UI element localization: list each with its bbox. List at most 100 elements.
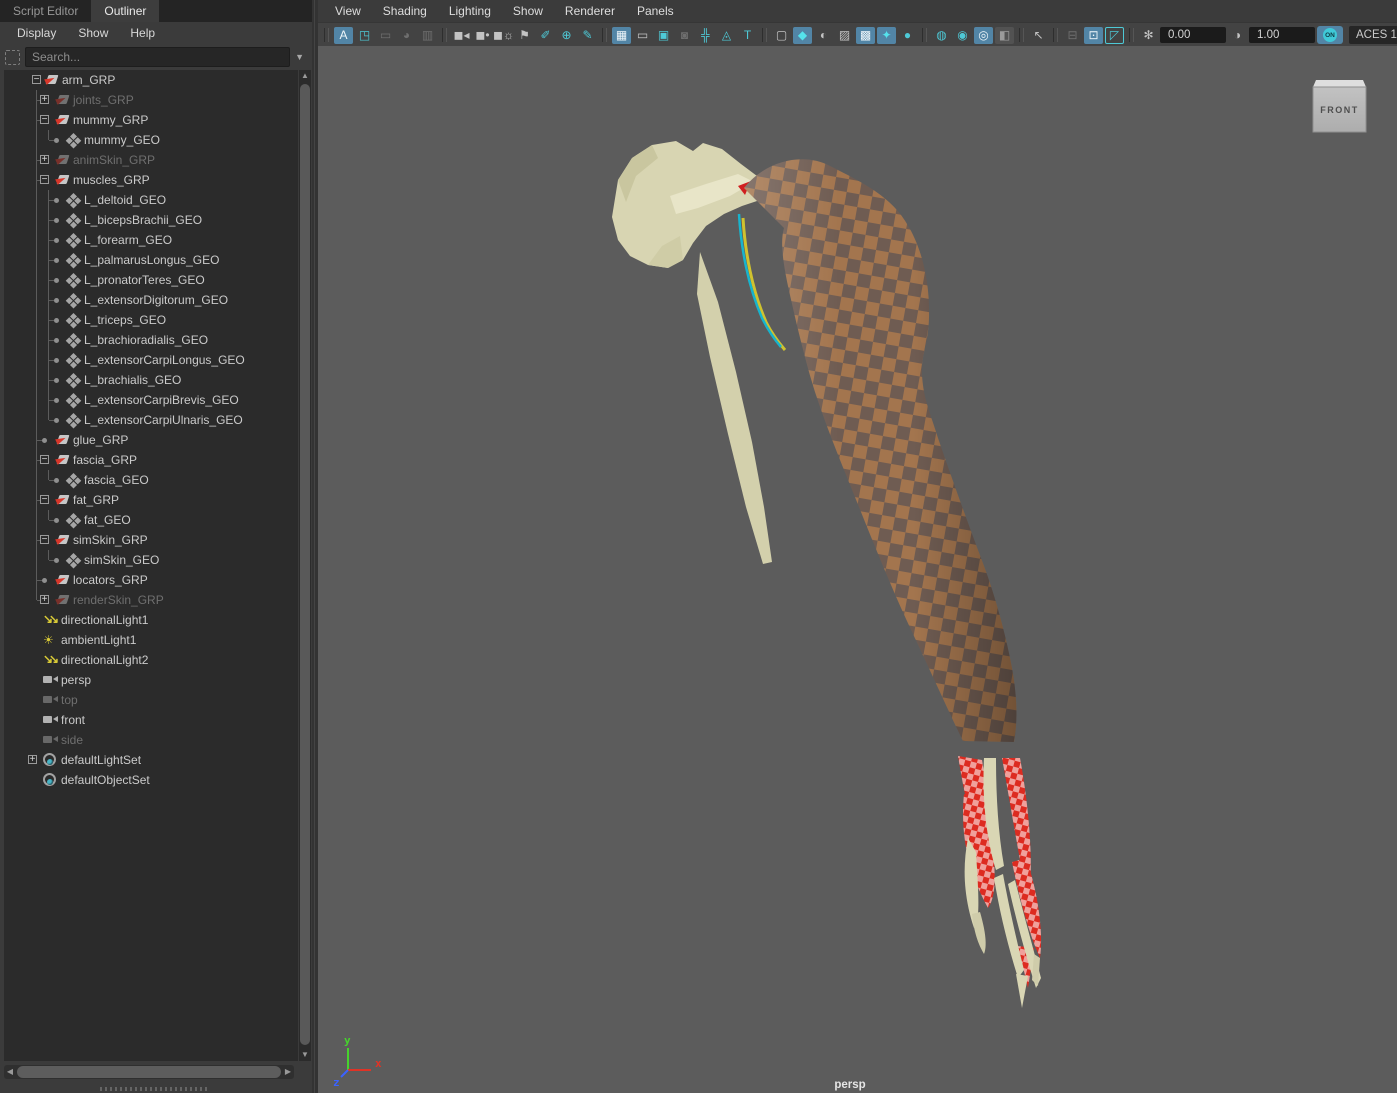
scroll-right-icon[interactable]: ▶ xyxy=(282,1065,294,1079)
textured-button[interactable]: ▨ xyxy=(835,27,854,44)
outliner-row-simSkin_GRP[interactable]: −simSkin_GRP xyxy=(4,530,298,550)
outliner-row-L_extensorDigitorum_GEO[interactable]: L_extensorDigitorum_GEO xyxy=(4,290,298,310)
outliner-row-L_deltoid_GEO[interactable]: L_deltoid_GEO xyxy=(4,190,298,210)
exposure-button[interactable]: ✻ xyxy=(1139,27,1158,44)
checker-material-button[interactable]: ▩ xyxy=(856,27,875,44)
outliner-row-ambientLight1[interactable]: ☀ambientLight1 xyxy=(4,630,298,650)
outliner-row-L_bicepsBrachii_GEO[interactable]: L_bicepsBrachii_GEO xyxy=(4,210,298,230)
expander-minus-icon[interactable]: − xyxy=(40,535,49,544)
anti-aliasing-button[interactable]: ◎ xyxy=(974,27,993,44)
scrollbar-thumb[interactable] xyxy=(17,1066,281,1078)
search-input[interactable] xyxy=(25,47,290,67)
outliner-row-fat_GEO[interactable]: fat_GEO xyxy=(4,510,298,530)
view-transform-on-button[interactable]: ON xyxy=(1317,26,1343,44)
grid-button[interactable]: ▦ xyxy=(612,27,631,44)
safe-title-button[interactable]: T xyxy=(738,27,757,44)
tab-outliner[interactable]: Outliner xyxy=(91,0,159,22)
outliner-row-L_extensorCarpiLongus_GEO[interactable]: L_extensorCarpiLongus_GEO xyxy=(4,350,298,370)
wireframe-button[interactable]: ▢ xyxy=(772,27,791,44)
outliner-row-defaultLightSet[interactable]: +defaultLightSet xyxy=(4,750,298,770)
outliner-row-fascia_GRP[interactable]: −fascia_GRP xyxy=(4,450,298,470)
select-camera-button[interactable]: ◼◂ xyxy=(452,27,471,44)
viewport-menu-show[interactable]: Show xyxy=(502,0,554,22)
menu-show[interactable]: Show xyxy=(67,22,119,44)
outliner-row-fat_GRP[interactable]: −fat_GRP xyxy=(4,490,298,510)
outliner-row-directionalLight2[interactable]: ↘↘directionalLight2 xyxy=(4,650,298,670)
outliner-row-persp[interactable]: persp xyxy=(4,670,298,690)
outliner-row-muscles_GRP[interactable]: −muscles_GRP xyxy=(4,170,298,190)
motion-blur-button[interactable]: ◉ xyxy=(953,27,972,44)
expander-minus-icon[interactable]: − xyxy=(40,175,49,184)
expander-minus-icon[interactable]: − xyxy=(40,495,49,504)
images-button[interactable]: ▥ xyxy=(418,27,437,44)
gamma-field[interactable]: 1.00 xyxy=(1249,27,1315,43)
viewport-menu-view[interactable]: View xyxy=(324,0,372,22)
scapula-bone-mesh[interactable] xyxy=(612,141,772,564)
resolution-gate-button[interactable]: ▣ xyxy=(654,27,673,44)
view-arrange-button[interactable]: ◸ xyxy=(1105,27,1124,44)
outliner-row-arm_GRP[interactable]: −arm_GRP xyxy=(4,70,298,90)
field-chart-button[interactable]: ╬ xyxy=(696,27,715,44)
viewport-menu-shading[interactable]: Shading xyxy=(372,0,438,22)
vertical-scrollbar[interactable]: ▲ ▼ xyxy=(299,70,311,1061)
outliner-row-simSkin_GEO[interactable]: simSkin_GEO xyxy=(4,550,298,570)
depth-of-field-button[interactable]: ◧ xyxy=(995,27,1014,44)
scroll-up-icon[interactable]: ▲ xyxy=(299,70,311,82)
outliner-row-renderSkin_GRP[interactable]: +renderSkin_GRP xyxy=(4,590,298,610)
outliner-row-glue_GRP[interactable]: glue_GRP xyxy=(4,430,298,450)
expander-minus-icon[interactable]: − xyxy=(32,75,41,84)
expander-plus-icon[interactable]: + xyxy=(40,155,49,164)
menu-help[interactable]: Help xyxy=(119,22,166,44)
expander-plus-icon[interactable]: + xyxy=(40,95,49,104)
outliner-row-animSkin_GRP[interactable]: +animSkin_GRP xyxy=(4,150,298,170)
pan-zoom-button[interactable]: ⊕ xyxy=(557,27,576,44)
outliner-row-side[interactable]: side xyxy=(4,730,298,750)
isolate-select-button[interactable]: ⊡ xyxy=(1084,27,1103,44)
search-dropdown-icon[interactable]: ▼ xyxy=(295,52,307,62)
horizontal-scrollbar[interactable]: ◀ ▶ xyxy=(4,1065,294,1079)
letter-a-button[interactable]: A xyxy=(334,27,353,44)
outliner-row-mummy_GRP[interactable]: −mummy_GRP xyxy=(4,110,298,130)
color-wheel-button[interactable]: ◕ xyxy=(397,27,416,44)
expander-minus-icon[interactable]: − xyxy=(40,115,49,124)
outliner-row-L_extensorCarpiBrevis_GEO[interactable]: L_extensorCarpiBrevis_GEO xyxy=(4,390,298,410)
frame-button[interactable]: ◳ xyxy=(355,27,374,44)
ssao-button[interactable]: ◍ xyxy=(932,27,951,44)
camera-attributes-button[interactable]: ◼☼ xyxy=(494,27,513,44)
expander-plus-icon[interactable]: + xyxy=(28,755,37,764)
panel-resize-grip[interactable] xyxy=(100,1087,210,1091)
grease-pencil-button[interactable]: ✎ xyxy=(578,27,597,44)
outliner-row-directionalLight1[interactable]: ↘↘directionalLight1 xyxy=(4,610,298,630)
outliner-row-mummy_GEO[interactable]: mummy_GEO xyxy=(4,130,298,150)
outliner-row-front[interactable]: front xyxy=(4,710,298,730)
expander-plus-icon[interactable]: + xyxy=(40,595,49,604)
outliner-row-top[interactable]: top xyxy=(4,690,298,710)
gamma-icon[interactable]: ◑ xyxy=(1228,27,1247,44)
film-gate-button[interactable]: ▭ xyxy=(633,27,652,44)
outliner-row-L_forearm_GEO[interactable]: L_forearm_GEO xyxy=(4,230,298,250)
tab-script-editor[interactable]: Script Editor xyxy=(0,0,91,22)
outliner-row-L_palmarusLongus_GEO[interactable]: L_palmarusLongus_GEO xyxy=(4,250,298,270)
viewport-menu-panels[interactable]: Panels xyxy=(626,0,685,22)
marquee-button[interactable]: ▭ xyxy=(376,27,395,44)
xray-button[interactable]: ⊟ xyxy=(1063,27,1082,44)
outliner-row-fascia_GEO[interactable]: fascia_GEO xyxy=(4,470,298,490)
exposure-field[interactable]: 0.00 xyxy=(1160,27,1226,43)
expander-minus-icon[interactable]: − xyxy=(40,455,49,464)
lighting-button[interactable]: ✦ xyxy=(877,27,896,44)
colorspace-dropdown[interactable]: ACES 1.0 SDR-video (sRGB)▼ xyxy=(1349,26,1397,44)
outliner-row-defaultObjectSet[interactable]: defaultObjectSet xyxy=(4,770,298,790)
outliner-row-joints_GRP[interactable]: +joints_GRP xyxy=(4,90,298,110)
gate-mask-button[interactable]: ◙ xyxy=(675,27,694,44)
outliner-row-L_triceps_GEO[interactable]: L_triceps_GEO xyxy=(4,310,298,330)
outliner-row-L_brachialis_GEO[interactable]: L_brachialis_GEO xyxy=(4,370,298,390)
wireframe-on-shaded-button[interactable]: ◐ xyxy=(814,27,833,44)
outliner-row-L_brachioradialis_GEO[interactable]: L_brachioradialis_GEO xyxy=(4,330,298,350)
image-plane-button[interactable]: ✐ xyxy=(536,27,555,44)
arm-skin-mesh[interactable] xyxy=(744,159,1016,742)
select-tool-button[interactable]: ↖ xyxy=(1029,27,1048,44)
outliner-row-L_pronatorTeres_GEO[interactable]: L_pronatorTeres_GEO xyxy=(4,270,298,290)
shadows-button[interactable]: ● xyxy=(898,27,917,44)
filter-icon[interactable] xyxy=(5,50,20,65)
bookmark-button[interactable]: ⚑ xyxy=(515,27,534,44)
